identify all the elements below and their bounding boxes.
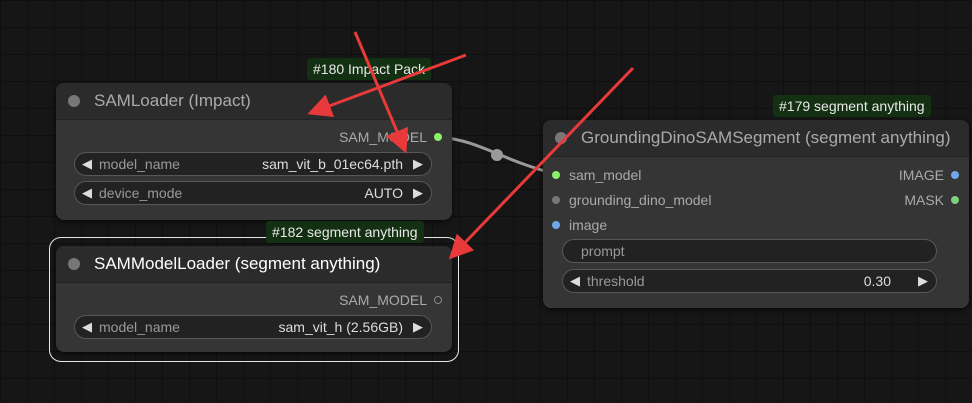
- annotation-arrows: [307, 31, 635, 260]
- annotation-arrow-icon: [448, 66, 635, 260]
- annotation-arrow-icon: [307, 53, 467, 117]
- annotation-arrow-icon: [353, 31, 409, 154]
